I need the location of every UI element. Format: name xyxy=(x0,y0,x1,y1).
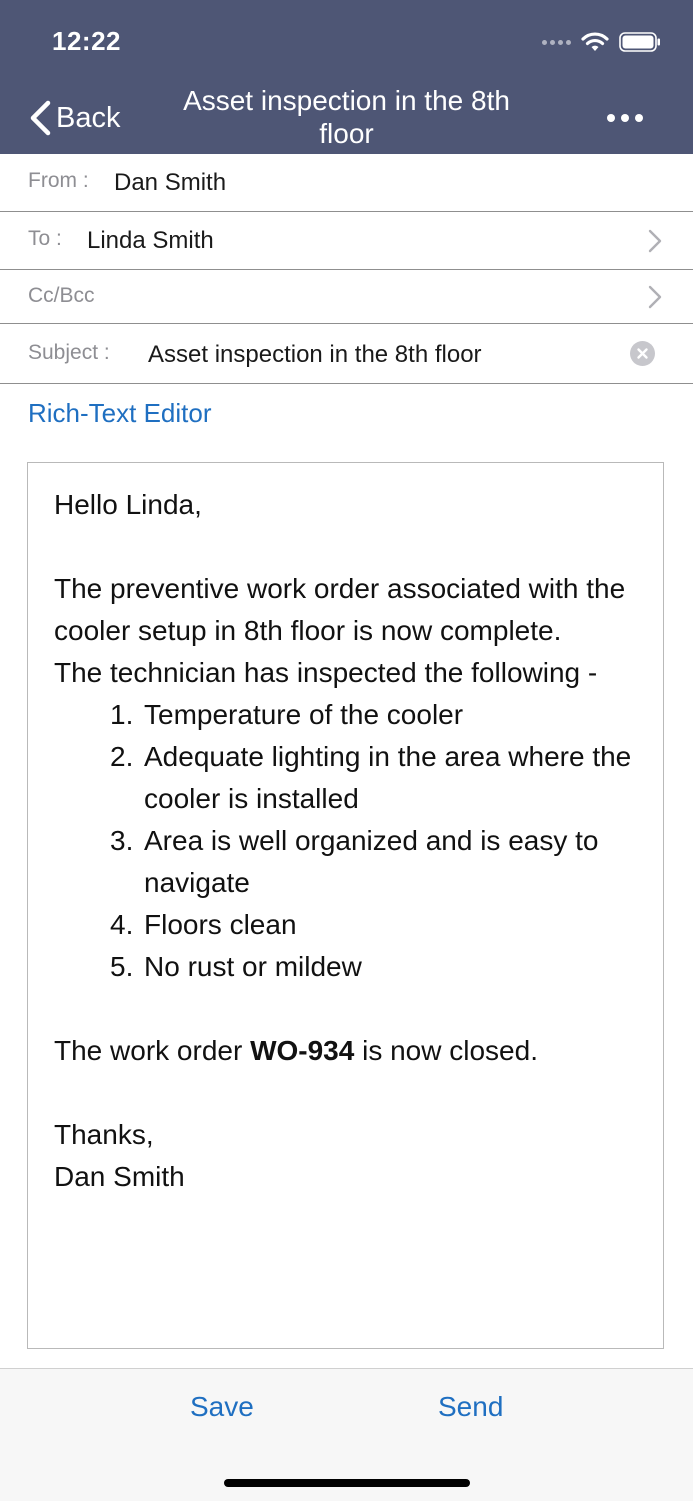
greeting: Hello Linda, xyxy=(54,489,202,520)
status-time: 12:22 xyxy=(52,26,121,56)
subject-row[interactable]: Subject : Asset inspection in the 8th fl… xyxy=(0,324,693,384)
from-value: Dan Smith xyxy=(114,169,227,196)
sign-off: Thanks, xyxy=(54,1119,154,1150)
page-title: Asset inspection in the 8th floor xyxy=(183,85,510,149)
to-field[interactable]: Linda Smith xyxy=(87,227,214,255)
back-button[interactable]: Back xyxy=(28,94,120,142)
send-button[interactable]: Send xyxy=(438,1391,503,1423)
list-item: 1. Temperature of the cooler xyxy=(110,699,464,730)
save-button[interactable]: Save xyxy=(190,1391,254,1423)
subject-label: Subject : xyxy=(28,341,110,364)
body-paragraph-1: The preventive work order associated wit… xyxy=(54,573,626,646)
status-icons xyxy=(542,28,661,56)
battery-icon xyxy=(619,32,660,52)
to-row[interactable]: To : Linda Smith xyxy=(0,212,693,270)
wifi-icon xyxy=(581,32,609,51)
inspection-list: 1. Temperature of the cooler 2. Adequate l… xyxy=(54,694,645,988)
list-item: 4. Floors clean xyxy=(110,909,297,940)
rich-text-editor-link[interactable]: Rich-Text Editor xyxy=(28,398,212,429)
back-label: Back xyxy=(56,101,121,134)
list-item: 2. Adequate lighting in the area where th… xyxy=(110,741,632,814)
chevron-right-icon xyxy=(648,285,662,309)
chevron-left-icon xyxy=(30,100,51,136)
home-indicator[interactable] xyxy=(224,1479,470,1487)
subject-field[interactable]: Asset inspection in the 8th floor xyxy=(148,341,482,369)
from-label: From : xyxy=(28,169,89,192)
from-row: From : Dan Smith xyxy=(0,154,693,212)
body-paragraph-2: The technician has inspected the followi… xyxy=(54,657,598,688)
more-options-button[interactable] xyxy=(607,108,643,128)
work-order-id: WO-934 xyxy=(250,1035,355,1066)
chevron-right-icon xyxy=(648,229,662,253)
signal-icon xyxy=(542,39,571,45)
to-label: To : xyxy=(28,227,62,250)
ellipsis-icon xyxy=(607,114,615,122)
message-body-editor[interactable]: Hello Linda, The preventive work order a… xyxy=(27,462,664,1349)
bottom-toolbar: Save Send xyxy=(0,1368,693,1501)
app-header: 12:22 Back Asset inspection in the 8th f… xyxy=(0,0,693,154)
closing-line: The work order WO-934 is now closed. xyxy=(54,1035,538,1066)
message-body-content: Hello Linda, The preventive work order a… xyxy=(54,484,645,1198)
list-item: 3. Area is well organized and is easy to … xyxy=(110,825,599,898)
cc-bcc-row[interactable]: Cc/Bcc xyxy=(0,270,693,324)
cc-bcc-label: Cc/Bcc xyxy=(28,284,95,307)
signature: Dan Smith xyxy=(54,1161,185,1192)
list-item: 5. No rust or mildew xyxy=(110,951,362,982)
clear-circle-icon[interactable] xyxy=(630,341,655,366)
